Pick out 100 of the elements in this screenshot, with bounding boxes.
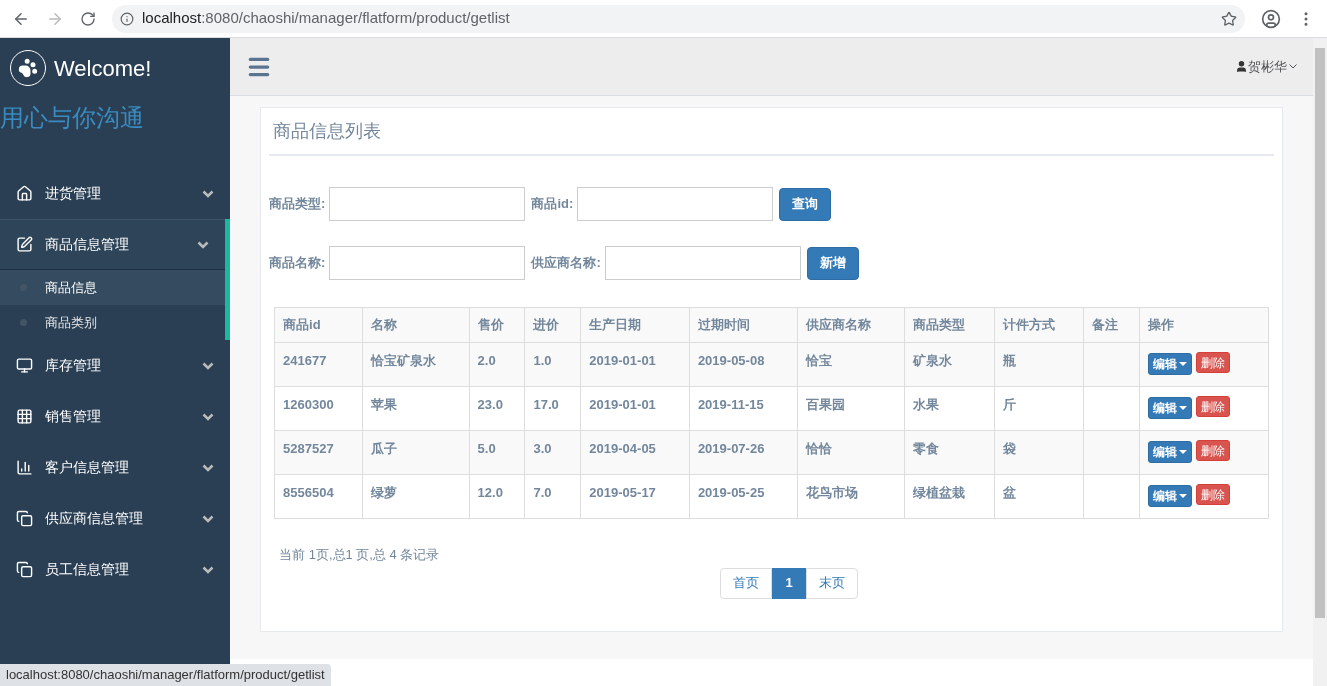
- filter-label: 商品类型:: [269, 195, 326, 214]
- edit-dropdown-button[interactable]: 编辑: [1148, 353, 1193, 375]
- table-cell: 2019-01-01: [580, 386, 690, 431]
- home-icon: [16, 185, 33, 202]
- address-bar[interactable]: localhost:8080/chaoshi/manager/flatform/product/getlist: [112, 4, 1245, 33]
- table-cell: 2019-07-26: [689, 430, 798, 475]
- input-field[interactable]: [604, 246, 801, 280]
- table-cell: 盆: [994, 474, 1084, 519]
- brand-title: Welcome!: [54, 54, 152, 83]
- panel-title: 商品信息列表: [269, 118, 1275, 156]
- table-cell: 零食: [904, 430, 995, 475]
- nav-subitem[interactable]: 商品类别: [0, 305, 226, 340]
- table-cell: 瓜子: [362, 430, 470, 475]
- edit-dropdown-button[interactable]: 编辑: [1148, 441, 1193, 463]
- page-link[interactable]: 末页: [805, 567, 858, 599]
- table-cell: 1260300: [274, 386, 363, 431]
- table-cell: 241677: [274, 342, 363, 387]
- input-field[interactable]: [329, 187, 526, 221]
- column-header: 操作: [1139, 307, 1269, 343]
- delete-button[interactable]: 删除: [1196, 440, 1231, 461]
- edit-dropdown-button[interactable]: 编辑: [1148, 397, 1193, 419]
- reload-icon[interactable]: [80, 10, 96, 27]
- table-cell: 23.0: [469, 386, 525, 431]
- input-field[interactable]: [577, 187, 774, 221]
- table-cell: 5287527: [274, 430, 363, 475]
- column-header: 备注: [1083, 307, 1140, 343]
- table-cell: 12.0: [469, 474, 525, 519]
- page-link[interactable]: 首页: [720, 567, 773, 599]
- record-summary: 当前 1页,总1 页,总 4 条记录: [279, 546, 441, 564]
- nav-subitem[interactable]: 商品信息: [0, 270, 226, 305]
- table-cell: 2019-05-17: [580, 474, 690, 519]
- nav-item[interactable]: 员工信息管理: [0, 544, 231, 595]
- column-header: 生产日期: [580, 307, 690, 343]
- table-cell: 1.0: [524, 342, 581, 387]
- user-icon: [1235, 60, 1249, 73]
- chevron-down-icon: [202, 361, 215, 370]
- nav-item[interactable]: 库存管理: [0, 340, 231, 391]
- table-cell: 斤: [994, 386, 1084, 431]
- slogan: 用心与你沟通: [0, 103, 145, 133]
- table-cell: 2.0: [469, 342, 525, 387]
- input-field[interactable]: [329, 246, 526, 280]
- bar-chart-icon: [16, 459, 33, 476]
- chevron-down-icon: [202, 412, 215, 421]
- column-header: 过期时间: [689, 307, 798, 343]
- column-header: 计件方式: [994, 307, 1084, 343]
- url-text: localhost:8080/chaoshi/manager/flatform/product/getlist: [142, 8, 510, 29]
- copy-icon: [16, 510, 33, 527]
- info-icon[interactable]: [120, 11, 134, 26]
- chevron-down-icon: [197, 240, 210, 249]
- table-cell: 2019-05-08: [689, 342, 798, 387]
- table-cell: 2019-04-05: [580, 430, 690, 475]
- column-header: 商品类型: [904, 307, 995, 343]
- search-button[interactable]: 查询: [779, 187, 832, 221]
- table-cell: 花鸟市场: [797, 474, 905, 519]
- chevron-down-icon: [202, 189, 215, 198]
- nav-item[interactable]: 客户信息管理: [0, 442, 231, 493]
- edit-dropdown-button[interactable]: 编辑: [1148, 485, 1193, 507]
- monitor-icon: [16, 357, 33, 374]
- bookmark-star-icon[interactable]: [1221, 10, 1237, 27]
- status-bar: localhost:8080/chaoshi/manager/flatform/product/getlist: [0, 664, 331, 686]
- column-header: 进价: [524, 307, 581, 343]
- chevron-down-icon: [202, 565, 215, 574]
- nav-item[interactable]: 供应商信息管理: [0, 493, 231, 544]
- caret-icon: [1289, 64, 1298, 69]
- delete-button[interactable]: 删除: [1196, 484, 1231, 505]
- table-cell: 绿萝: [362, 474, 470, 519]
- nav-item[interactable]: 进货管理: [0, 168, 231, 219]
- table-cell: 瓶: [994, 342, 1084, 387]
- copy-icon: [16, 561, 33, 578]
- profile-icon[interactable]: [1261, 8, 1281, 29]
- add-button[interactable]: 新增: [806, 246, 859, 280]
- filter-label: 供应商名称:: [531, 254, 601, 273]
- table-icon: [16, 408, 33, 425]
- nav-item[interactable]: 商品信息管理: [0, 219, 226, 270]
- table-cell: 水果: [904, 386, 995, 431]
- user-menu[interactable]: 贺彬华: [1235, 56, 1298, 77]
- column-header: 售价: [469, 307, 525, 343]
- table-cell: 17.0: [524, 386, 581, 431]
- chevron-down-icon: [202, 514, 215, 523]
- table-cell: 2019-11-15: [689, 386, 798, 431]
- column-header: 名称: [362, 307, 470, 343]
- table-cell: 袋: [994, 430, 1084, 475]
- table-cell: 苹果: [362, 386, 470, 431]
- page-link[interactable]: 1: [772, 567, 806, 599]
- table-cell: 绿植盆栽: [904, 474, 995, 519]
- table-cell: 百果园: [797, 386, 905, 431]
- column-header: 商品id: [274, 307, 363, 343]
- nav-item[interactable]: 销售管理: [0, 391, 231, 442]
- filter-label: 商品id:: [531, 195, 574, 214]
- table-cell: 7.0: [524, 474, 581, 519]
- chevron-down-icon: [202, 463, 215, 472]
- table-cell: 恰恰: [797, 430, 905, 475]
- table-cell: 恰宝矿泉水: [362, 342, 470, 387]
- table-cell: 2019-01-01: [580, 342, 690, 387]
- delete-button[interactable]: 删除: [1196, 352, 1231, 373]
- table-cell: 8556504: [274, 474, 363, 519]
- column-header: 供应商名称: [797, 307, 905, 343]
- edit-icon: [16, 236, 33, 253]
- delete-button[interactable]: 删除: [1196, 396, 1231, 417]
- table-cell: 2019-05-25: [689, 474, 798, 519]
